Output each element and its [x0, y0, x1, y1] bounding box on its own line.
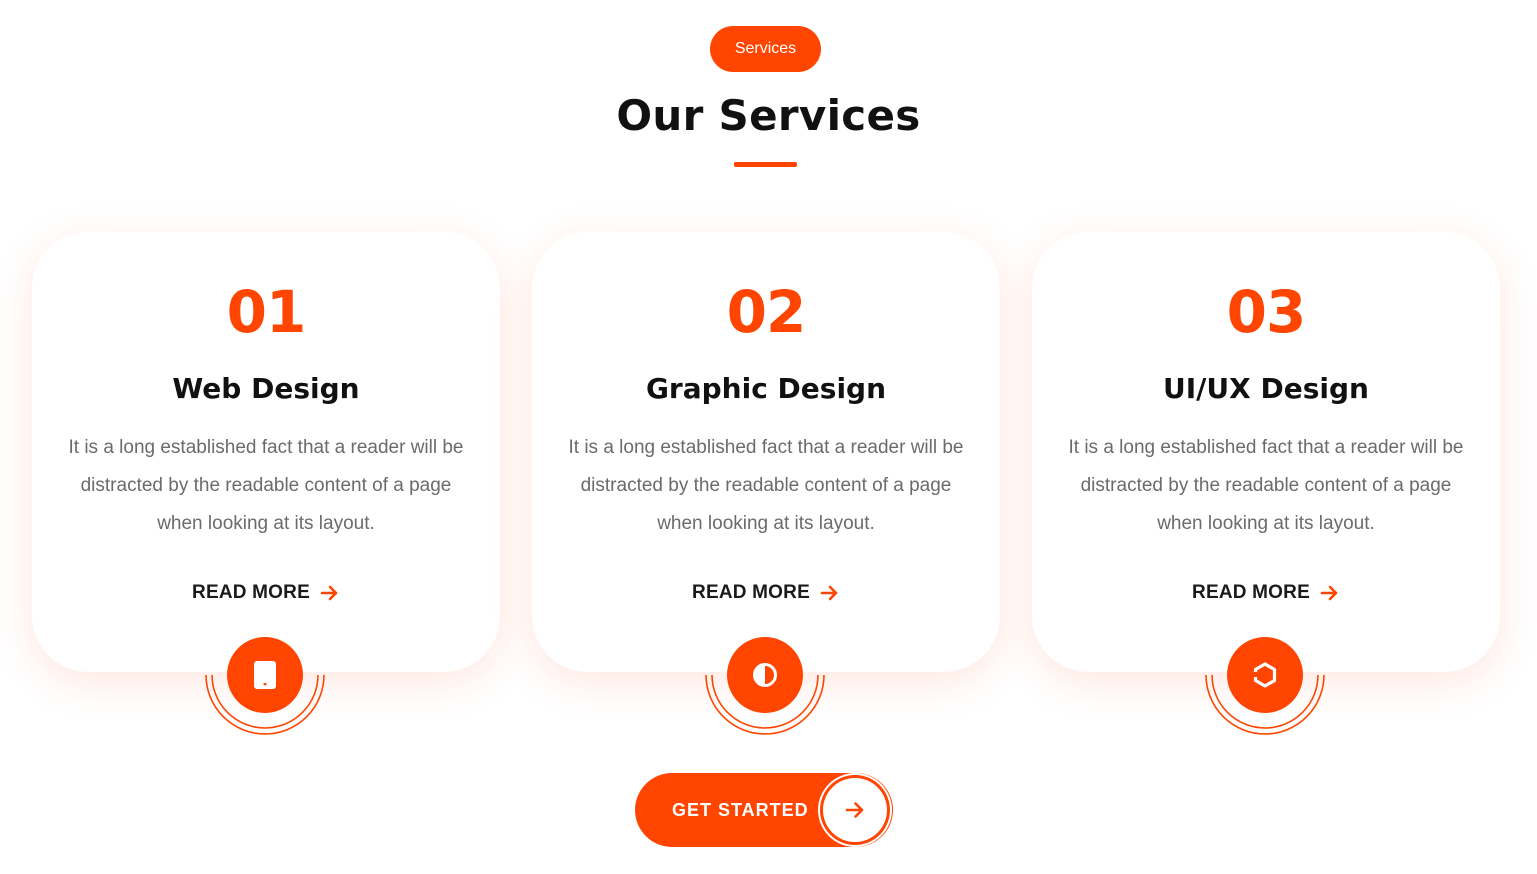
service-icon-badge	[700, 633, 830, 763]
cube-icon-button[interactable]	[1227, 637, 1303, 713]
get-started-button[interactable]: GET STARTED	[635, 773, 893, 847]
tablet-icon	[254, 661, 276, 689]
arrow-right-icon	[1320, 585, 1338, 601]
cta-arrow-circle	[823, 778, 887, 842]
service-card-web-design	[32, 232, 500, 672]
section-badge: Services	[710, 26, 821, 72]
cube-icon	[1253, 662, 1277, 688]
contrast-icon-button[interactable]	[727, 637, 803, 713]
read-more-label: READ MORE	[1192, 582, 1310, 603]
section-title: Our Services	[616, 91, 921, 140]
read-more-link[interactable]: READ MORE	[532, 582, 1000, 604]
title-underline	[734, 162, 797, 167]
read-more-label: READ MORE	[692, 582, 810, 603]
read-more-link[interactable]: READ MORE	[32, 582, 500, 604]
arrow-right-icon	[820, 585, 838, 601]
tablet-icon-button[interactable]	[227, 637, 303, 713]
read-more-link[interactable]: READ MORE	[1032, 582, 1500, 604]
service-icon-badge	[1200, 633, 1330, 763]
service-card-graphic-design	[532, 232, 1000, 672]
arrow-right-icon	[320, 585, 338, 601]
service-icon-badge	[200, 633, 330, 763]
contrast-icon	[753, 663, 777, 687]
get-started-label: GET STARTED	[672, 800, 809, 820]
service-card-ui-ux-design	[1032, 232, 1500, 672]
section-badge-label: Services	[734, 40, 797, 57]
read-more-label: READ MORE	[192, 582, 310, 603]
arrow-right-icon	[845, 802, 864, 818]
